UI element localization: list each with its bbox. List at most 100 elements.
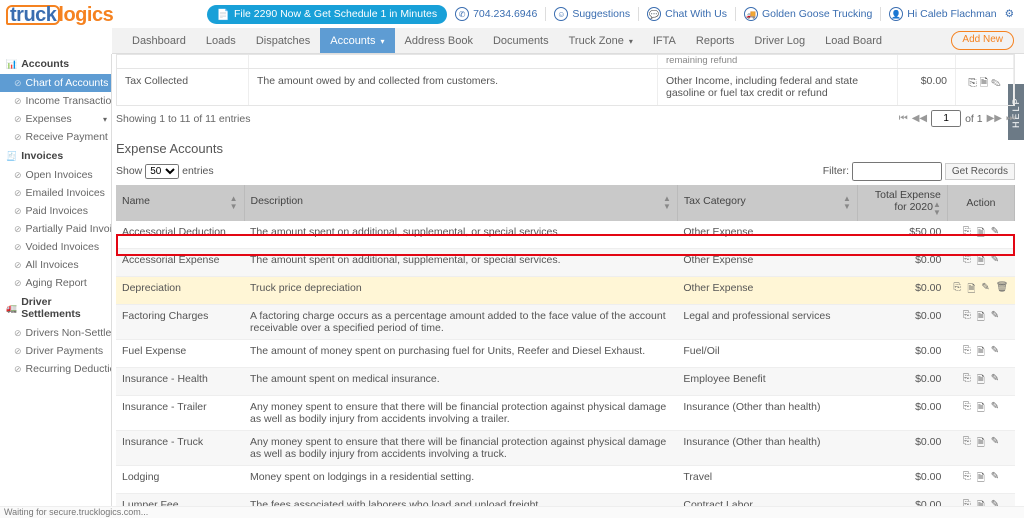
edit-icon[interactable]: ✎: [991, 310, 999, 327]
edit-icon[interactable]: ✎: [991, 254, 999, 271]
circle-icon: ⊘: [14, 96, 22, 107]
table-row: Insurance - TrailerAny money spent to en…: [116, 396, 1015, 431]
header-desc[interactable]: Description▲▼: [244, 185, 677, 221]
page-first-icon[interactable]: ⏮: [899, 113, 908, 124]
edit-icon[interactable]: ✎: [991, 77, 1001, 89]
header-name[interactable]: Name▲▼: [116, 185, 244, 221]
page-prev-icon[interactable]: ◀◀: [912, 113, 927, 124]
get-records-button[interactable]: Get Records: [945, 163, 1015, 180]
export-icon[interactable]: ⎘: [963, 499, 971, 506]
sidebar-item-driver-payments[interactable]: ⊘Driver Payments: [0, 342, 111, 360]
export-icon[interactable]: ⎘: [963, 254, 971, 271]
sidebar-item-label: Income Transactions: [26, 95, 112, 107]
sidebar-item-expenses[interactable]: ⊘Expenses▾: [0, 110, 111, 128]
export-icon[interactable]: ⎘: [963, 471, 971, 488]
cell-name: Insurance - Truck: [116, 431, 244, 466]
edit-icon[interactable]: ✎: [991, 436, 999, 453]
sidebar-item-aging-report[interactable]: ⊘Aging Report: [0, 274, 111, 292]
suggestions-link[interactable]: ☺ Suggestions: [554, 7, 630, 21]
cell-desc: Money spent on lodgings in a residential…: [244, 466, 677, 494]
edit-icon[interactable]: ✎: [991, 499, 999, 506]
doc-icon[interactable]: 🗎: [977, 254, 985, 271]
doc-icon[interactable]: 🗎: [977, 471, 985, 488]
user-link[interactable]: 👤 Hi Caleb Flachman: [889, 7, 996, 21]
company-link[interactable]: 🚚 Golden Goose Trucking: [744, 7, 872, 21]
income-desc: The amount owed by and collected from cu…: [249, 69, 658, 105]
header-total[interactable]: Total Expense for 2020▲▼: [857, 185, 947, 221]
edit-icon[interactable]: ✎: [991, 345, 999, 362]
nav-tab-accounts[interactable]: Accounts: [320, 28, 394, 53]
nav-tab-driver-log[interactable]: Driver Log: [744, 28, 815, 53]
page-next-icon[interactable]: ▶▶: [987, 113, 1002, 124]
nav-tab-reports[interactable]: Reports: [686, 28, 745, 53]
cell-cat: Insurance (Other than health): [677, 396, 857, 431]
sidebar-item-paid-invoices[interactable]: ⊘Paid Invoices: [0, 202, 111, 220]
chat-link[interactable]: 💬 Chat With Us: [647, 7, 727, 21]
phone-link[interactable]: ✆ 704.234.6946: [455, 7, 537, 21]
gear-icon[interactable]: ⚙: [1005, 8, 1014, 20]
cell-total: $0.00: [857, 431, 947, 466]
chart-icon: 📊: [6, 59, 17, 70]
nav-tab-documents[interactable]: Documents: [483, 28, 559, 53]
nav-tab-address-book[interactable]: Address Book: [395, 28, 483, 53]
sidebar-item-all-invoices[interactable]: ⊘All Invoices: [0, 256, 111, 274]
nav-tab-dispatches[interactable]: Dispatches: [246, 28, 320, 53]
sidebar-item-chart-of-accounts[interactable]: ⊘Chart of Accounts: [0, 74, 111, 92]
cell-cat: Employee Benefit: [677, 368, 857, 396]
export-icon[interactable]: ⎘: [963, 226, 971, 243]
export-icon[interactable]: ⎘: [963, 345, 971, 362]
nav-tab-load-board[interactable]: Load Board: [815, 28, 892, 53]
doc-icon[interactable]: 🗎: [977, 436, 985, 453]
edit-icon[interactable]: ✎: [991, 226, 999, 243]
phone-icon: ✆: [455, 7, 469, 21]
page-last-icon[interactable]: ⏭: [1006, 113, 1015, 124]
cell-name: Insurance - Trailer: [116, 396, 244, 431]
export-icon[interactable]: ⎘: [963, 310, 971, 327]
doc-icon[interactable]: 🗎: [977, 401, 985, 418]
sidebar-item-emailed-invoices[interactable]: ⊘Emailed Invoices: [0, 184, 111, 202]
divider: [735, 7, 736, 21]
sidebar-item-income-transactions[interactable]: ⊘ Income Transactions: [0, 92, 111, 110]
income-cat: Other Income, including federal and stat…: [658, 69, 898, 105]
doc-icon[interactable]: 🗎: [977, 345, 985, 362]
suggestions-label: Suggestions: [572, 8, 630, 20]
export-icon[interactable]: ⎘: [968, 77, 976, 89]
table-row: Accessorial ExpenseThe amount spent on a…: [116, 249, 1015, 277]
nav-tab-ifta[interactable]: IFTA: [643, 28, 686, 53]
doc-icon[interactable]: 🗎: [977, 226, 985, 243]
cell-name: Factoring Charges: [116, 305, 244, 340]
doc-icon[interactable]: 🗎: [977, 373, 985, 390]
doc-icon[interactable]: 🗎: [967, 282, 975, 299]
sidebar-item-voided-invoices[interactable]: ⊘Voided Invoices: [0, 238, 111, 256]
sidebar-item-receive-payment[interactable]: ⊘Receive Payment: [0, 128, 111, 146]
export-icon[interactable]: ⎘: [963, 436, 971, 453]
sidebar-item-open-invoices[interactable]: ⊘Open Invoices: [0, 166, 111, 184]
edit-icon[interactable]: ✎: [991, 471, 999, 488]
edit-icon[interactable]: ✎: [991, 401, 999, 418]
page-input[interactable]: [931, 110, 961, 127]
nav-tab-dashboard[interactable]: Dashboard: [122, 28, 196, 53]
sidebar-item-recurring-deductions[interactable]: ⊘Recurring Deductions: [0, 360, 111, 378]
nav-tab-truck-zone[interactable]: Truck Zone: [559, 28, 643, 53]
sidebar-item-partially-paid-invoices[interactable]: ⊘Partially Paid Invoices: [0, 220, 111, 238]
edit-icon[interactable]: ✎: [981, 282, 989, 299]
export-icon[interactable]: ⎘: [963, 401, 971, 418]
doc-icon[interactable]: 🗎: [977, 310, 985, 327]
doc-icon[interactable]: 🗎: [977, 499, 985, 506]
doc-icon[interactable]: 🗎: [980, 77, 988, 89]
file-2290-button[interactable]: 📄 File 2290 Now & Get Schedule 1 in Minu…: [207, 5, 447, 24]
nav-tab-loads[interactable]: Loads: [196, 28, 246, 53]
edit-icon[interactable]: ✎: [991, 373, 999, 390]
sidebar-group-label: Accounts: [21, 58, 69, 70]
cell-total: $0.00: [857, 494, 947, 507]
header-cat[interactable]: Tax Category▲▼: [677, 185, 857, 221]
export-icon[interactable]: ⎘: [953, 282, 961, 299]
cell-desc: The amount spent on additional, suppleme…: [244, 221, 677, 249]
file-icon: 📄: [217, 8, 230, 21]
add-new-button[interactable]: Add New: [951, 31, 1014, 50]
filter-input[interactable]: [852, 162, 942, 181]
sidebar-item-drivers-non-settled[interactable]: ⊘Drivers Non-Settled: [0, 324, 111, 342]
page-size-select[interactable]: 50: [145, 164, 179, 179]
delete-icon[interactable]: 🗑: [996, 282, 1009, 299]
export-icon[interactable]: ⎘: [963, 373, 971, 390]
